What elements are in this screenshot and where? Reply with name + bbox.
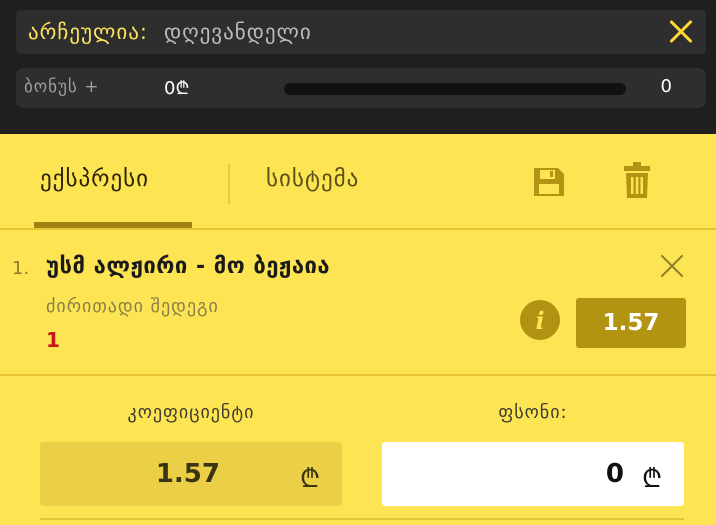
tab-express[interactable]: ექსპრესი (40, 166, 149, 192)
lari-icon: ₾ (299, 464, 320, 494)
bet-type-tabs: ექსპრესი სისტემა (0, 134, 716, 230)
selection-value: დღევანდელი (163, 20, 312, 44)
lari-icon: ₾ (641, 464, 662, 494)
save-icon[interactable] (532, 166, 566, 198)
bet-event-title: უსმ ალჟირი - მო ბეჟაია (46, 254, 331, 279)
close-icon[interactable] (668, 19, 694, 45)
tab-divider (228, 164, 230, 204)
remove-icon[interactable] (660, 254, 684, 278)
coefficient-field: 1.57 ₾ (40, 442, 342, 506)
selection-label: არჩეულია: (28, 20, 148, 44)
bonus-amount: 0₾ (164, 78, 190, 99)
active-tab-indicator (34, 222, 192, 228)
bonus-progress-bar (284, 83, 626, 95)
bet-market: ძირითადი შედეგი (46, 296, 219, 317)
coefficient-value: 1.57 (155, 459, 220, 489)
selection-bar: არჩეულია: დღევანდელი (16, 10, 706, 54)
trash-icon[interactable] (624, 162, 650, 198)
bonus-label: ბონუს + (24, 77, 100, 97)
stake-value[interactable]: 0 (606, 459, 624, 489)
bonus-count: 0 (660, 76, 672, 97)
bet-index: 1. (12, 258, 30, 279)
bet-slip-header: არჩეულია: დღევანდელი ბონუს + 0₾ 0 (0, 0, 716, 134)
stake-label: ფსონი: (498, 402, 568, 423)
bonus-bar: ბონუს + 0₾ 0 (16, 68, 706, 108)
tab-system[interactable]: სისტემა (266, 166, 359, 192)
bet-summary: კოეფიციენტი ფსონი: 1.57 ₾ 0 ₾ (0, 378, 716, 525)
coefficient-label: კოეფიციენტი (127, 402, 255, 423)
bet-odd[interactable]: 1.57 (576, 298, 686, 348)
bet-slip-panel: ექსპრესი სისტემა 1. უსმ ალჟირი - მო ბეჟა… (0, 134, 716, 525)
divider (40, 518, 684, 520)
stake-input[interactable]: 0 ₾ (382, 442, 684, 506)
info-icon[interactable]: i (520, 300, 560, 340)
bet-item: 1. უსმ ალჟირი - მო ბეჟაია ძირითადი შედეგ… (0, 230, 716, 376)
bet-pick: 1 (46, 328, 60, 352)
